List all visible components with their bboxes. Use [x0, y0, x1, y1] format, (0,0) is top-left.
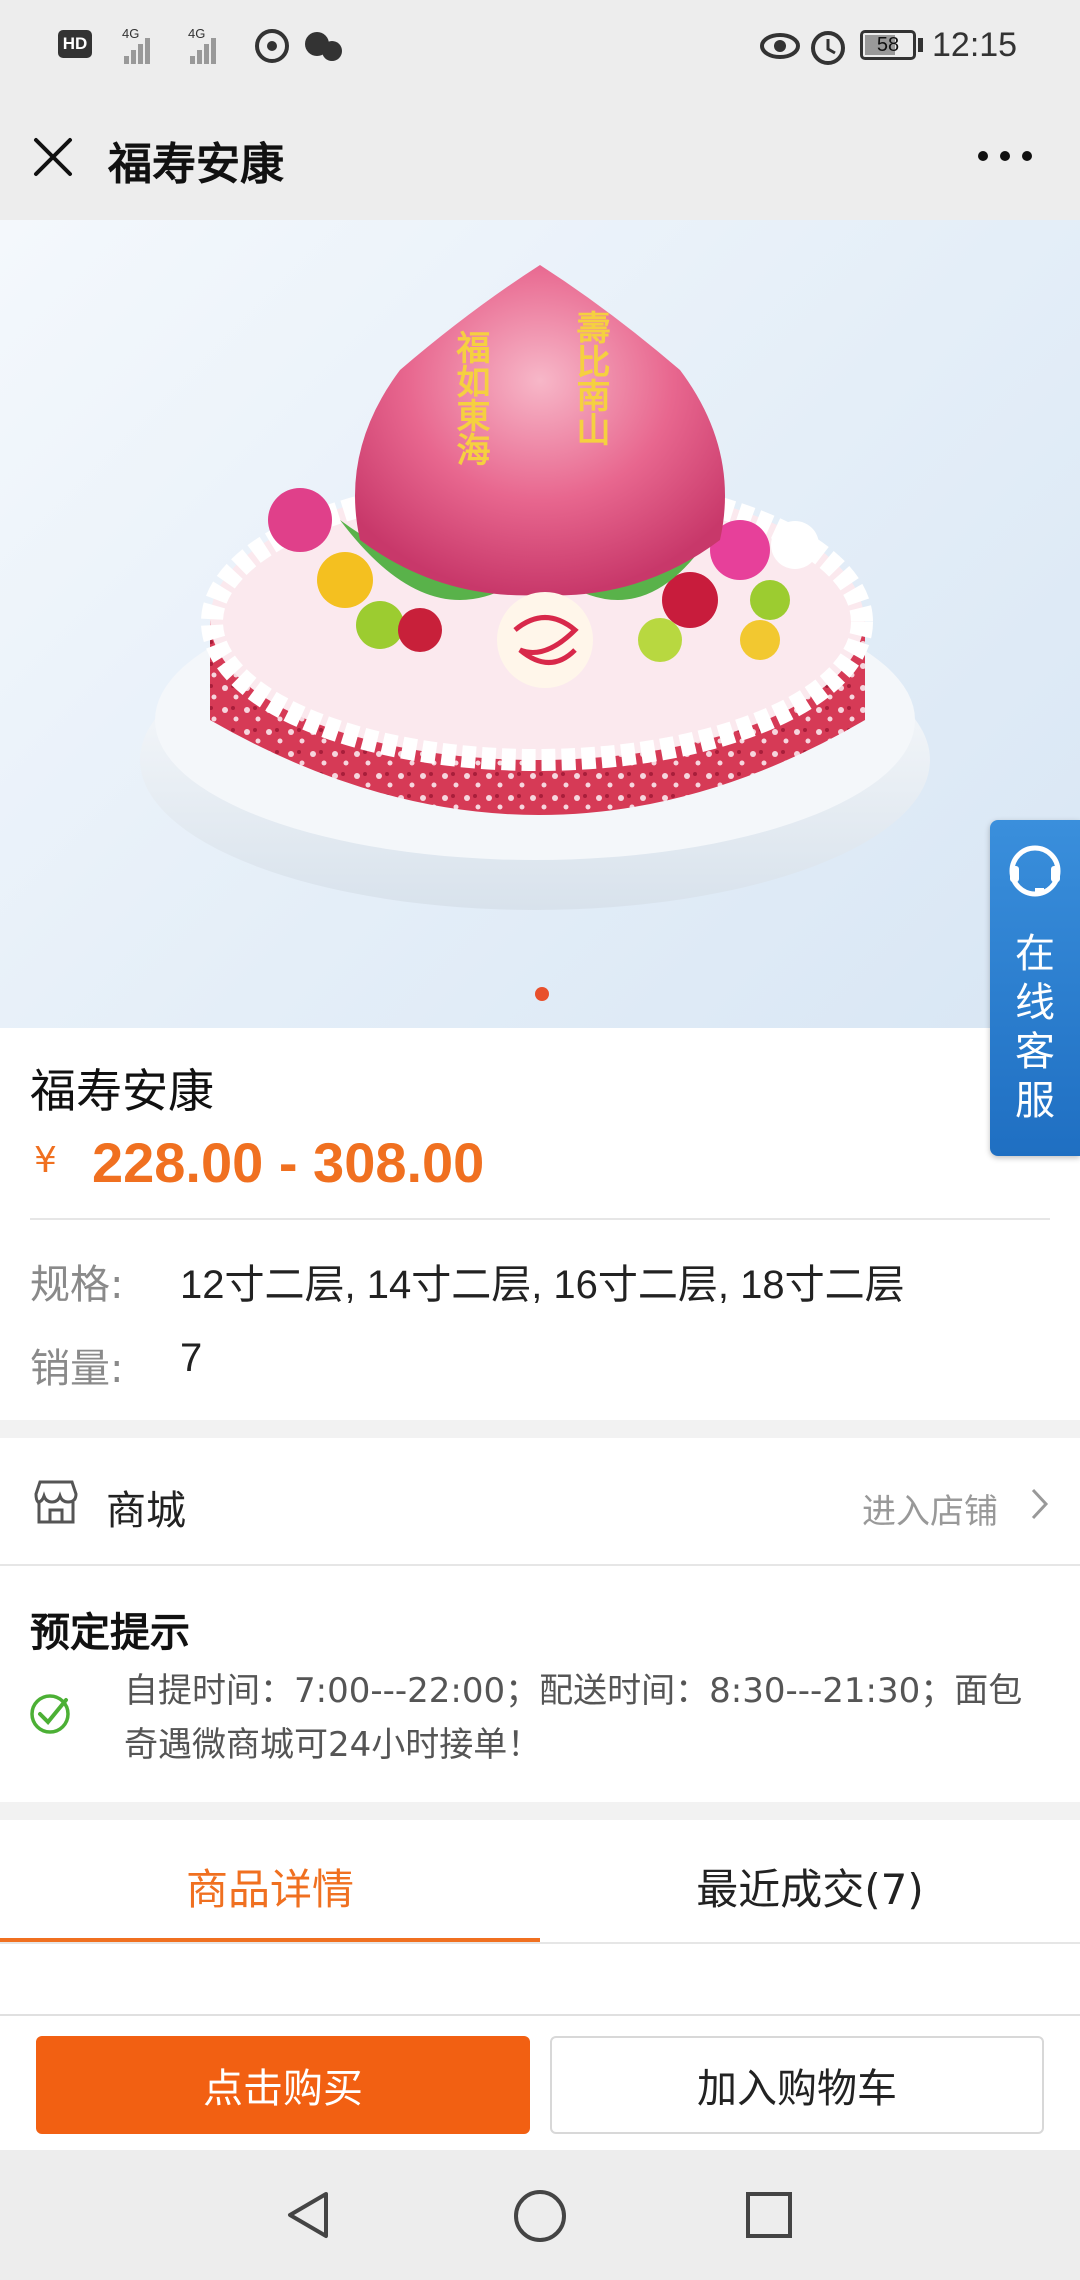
sales-value: 7: [180, 1336, 203, 1380]
cake-illustration: 福如東海 壽比南山: [140, 265, 930, 910]
online-service-label: 在线客服: [1015, 931, 1055, 1124]
home-icon[interactable]: [512, 2188, 568, 2244]
network-type-2: 4G: [188, 26, 205, 41]
peach-text-right: 壽比南山: [570, 310, 610, 446]
battery-tip: [918, 38, 923, 52]
clock: 12:15: [932, 26, 1018, 64]
more-icon[interactable]: [975, 146, 1035, 166]
store-label: 商城: [106, 1488, 186, 1534]
network-type: 4G: [122, 26, 139, 41]
tab-product-detail[interactable]: 商品详情: [0, 1856, 540, 1917]
notice-title: 预定提示: [30, 1610, 190, 1656]
battery-level: 58: [876, 34, 900, 56]
notice-text: 自提时间：7:00---22:00；配送时间：8:30---21:30；面包奇遇…: [124, 1671, 1023, 1765]
hd-icon: HD: [58, 30, 92, 58]
buy-button[interactable]: 点击购买: [36, 2036, 530, 2134]
close-icon[interactable]: [30, 134, 76, 180]
back-icon[interactable]: [282, 2188, 336, 2242]
section-gap: [0, 1420, 1080, 1438]
headset-icon: [1009, 845, 1061, 897]
currency-symbol: ¥: [34, 1140, 57, 1181]
eye-alarm-icons: [760, 31, 845, 65]
store-icon: [34, 1480, 78, 1524]
signal-icon: 4G 4G: [122, 26, 342, 64]
spec-value: 12寸二层, 14寸二层, 16寸二层, 18寸二层: [180, 1263, 905, 1307]
page-title: 福寿安康: [108, 139, 284, 190]
section-gap: [0, 1802, 1080, 1820]
product-image[interactable]: 福如東海 壽比南山: [0, 220, 1080, 1028]
divider: [0, 1564, 1080, 1566]
product-price: 228.00 - 308.00: [92, 1131, 485, 1194]
sales-label: 销量:: [30, 1346, 124, 1392]
spec-label: 规格:: [30, 1262, 124, 1308]
check-circle-icon: [30, 1694, 70, 1734]
carousel-dot-active[interactable]: [535, 987, 549, 1001]
divider: [30, 1218, 1050, 1220]
battery-icon: 58: [860, 30, 916, 60]
recents-icon[interactable]: [744, 2190, 796, 2242]
enter-shop-link[interactable]: 进入店铺: [862, 1484, 998, 1533]
tab-recent-deals[interactable]: 最近成交(7): [540, 1856, 1080, 1917]
product-name: 福寿安康: [30, 1064, 214, 1118]
chevron-right-icon: [1031, 1488, 1049, 1520]
peach-text-left: 福如東海: [450, 330, 491, 466]
add-to-cart-button[interactable]: 加入购物车: [550, 2036, 1044, 2134]
divider: [0, 1942, 1080, 1944]
